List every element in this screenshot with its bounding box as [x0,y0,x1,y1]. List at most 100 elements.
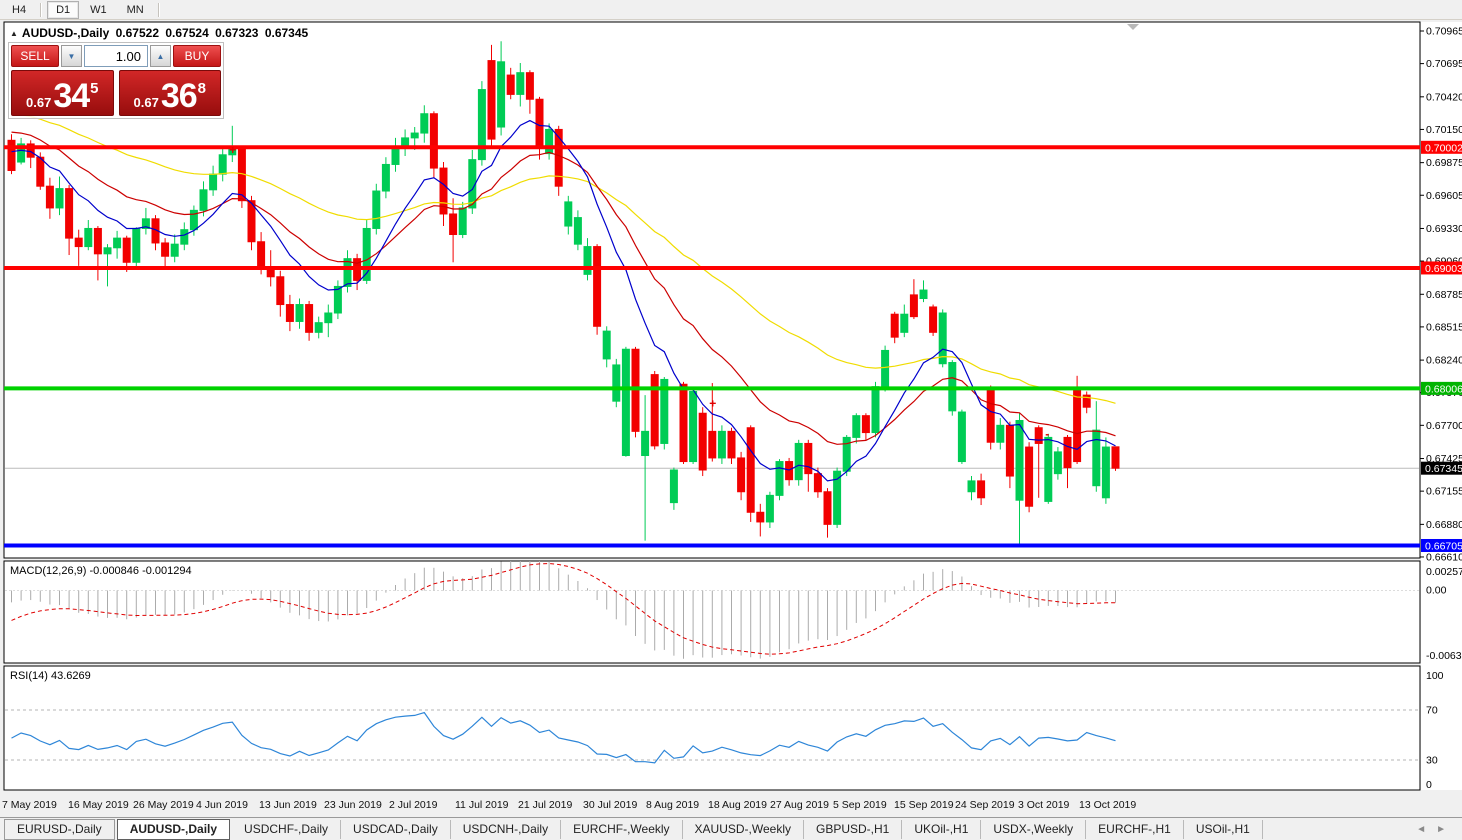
ohlc-open: 0.67522 [115,26,160,40]
candle-body [852,415,861,438]
candle-body [372,190,381,229]
candle-body [650,374,659,447]
candle-body [161,242,170,257]
date-label: 15 Sep 2019 [894,799,954,811]
candle-body [545,128,554,155]
candle-body [506,74,515,95]
buy-price-box[interactable]: 0.67 36 8 [118,70,221,116]
tab-scroll-left-icon[interactable]: ◄ [1416,824,1426,835]
level-badge: 0.68006 [1421,381,1462,395]
candle-body [132,227,141,263]
candle-body [410,132,419,139]
trade-panel-toggle-icon[interactable]: ▲ [10,29,18,38]
sell-button[interactable]: SELL [11,45,59,67]
chart-tab-usoil-h1[interactable]: USOil-,H1 [1184,819,1263,839]
candle-body [65,188,74,239]
chart-tab-usdchf-daily[interactable]: USDCHF-,Daily [232,819,342,839]
macd-axis-label: 0.00 [1426,584,1447,596]
chart-canvas[interactable]: 0.70965 0.70695 0.70420 0.70150 0.69875 0.696… [0,0,1462,817]
candle-body [881,349,890,388]
date-label: 13 Oct 2019 [1079,799,1136,811]
date-label: 16 May 2019 [68,799,129,811]
rsi-indicator-label: RSI(14) 43.6269 [10,670,91,682]
candle-body [1015,419,1024,501]
candle-body [573,217,582,245]
candle-body [36,156,45,187]
tab-scroll-right-icon[interactable]: ► [1436,824,1446,835]
chart-tab-eurchf-weekly[interactable]: EURCHF-,Weekly [561,819,683,839]
trade-panel-prices: 0.67 34 5 0.67 36 8 [11,70,221,116]
candle-body [314,322,323,333]
chart-tab-gbpusd-h1[interactable]: GBPUSD-,H1 [804,819,903,839]
candle-body [1053,451,1062,475]
candle-body [285,304,294,322]
rsi-axis-label: 70 [1426,705,1438,717]
candle-body [1034,427,1043,444]
candle-body [977,480,986,499]
candle-body [199,189,208,211]
candle-body [986,387,995,443]
price-tick-label: 0.70420 [1426,91,1462,103]
level-badge-text: 0.70002 [1425,142,1462,154]
candle-body [103,247,112,255]
candle-body [1092,429,1101,487]
ohlc-high: 0.67524 [165,26,209,40]
candle-body [487,60,496,140]
candle-body [180,229,189,245]
candle-body [1044,436,1053,502]
macd-axis-label: 0.002574 [1426,566,1462,578]
candle-body [679,383,688,463]
candle-body [727,430,736,459]
candle-body [113,237,122,249]
date-label: 5 Sep 2019 [833,799,887,811]
trade-marker: + [709,397,716,411]
lot-decrease-button[interactable]: ▼ [61,45,82,67]
candle-body [737,457,746,493]
candle-body [689,391,698,463]
chart-symbol-label: AUDUSD-,Daily [21,26,110,40]
chart-tab-audusd-daily[interactable]: AUDUSD-,Daily [116,818,231,840]
rsi-pane [3,665,1421,791]
candle-body [295,304,304,322]
candle-body [343,258,352,287]
time-axis[interactable]: 7 May 2019 16 May 2019 26 May 2019 4 Jun 20… [2,799,1136,811]
candle-body [1073,387,1082,463]
candle-body [564,201,573,227]
candle-body [669,469,678,504]
candle-body [516,72,525,95]
candle-body [919,289,928,300]
chart-tab-ukoil-h1[interactable]: UKOil-,H1 [902,819,982,839]
chart-tab-eurusd-daily[interactable]: EURUSD-,Daily [4,818,115,840]
lot-size-input[interactable] [84,45,148,67]
chart-tab-usdcnh-daily[interactable]: USDCNH-,Daily [451,819,562,839]
buy-price-big: 36 [160,77,198,115]
lot-increase-button[interactable]: ▲ [150,45,171,67]
date-label: 30 Jul 2019 [583,799,637,811]
price-tick-label: 0.68515 [1426,321,1462,333]
buy-button[interactable]: BUY [173,45,221,67]
date-label: 24 Sep 2019 [955,799,1015,811]
sell-price-prefix: 0.67 [26,95,52,110]
macd-indicator-label: MACD(12,26,9) -0.000846 -0.001294 [10,565,192,577]
candle-body [996,424,1005,443]
candle-body [593,246,602,327]
candle-body [93,227,102,255]
candle-body [804,442,813,475]
chart-tab-usdx-weekly[interactable]: USDX-,Weekly [981,819,1087,839]
date-label: 3 Oct 2019 [1018,799,1070,811]
price-tick-label: 0.67155 [1426,486,1462,498]
candle-body [1063,436,1072,469]
price-tick-label: 0.69875 [1426,157,1462,169]
level-badge: 0.70002 [1421,140,1462,154]
price-tick-label: 0.69330 [1426,223,1462,235]
candle-body [305,304,314,333]
candle-body [449,213,458,236]
sell-price-box[interactable]: 0.67 34 5 [11,70,114,116]
sell-price-pip: 5 [90,80,99,97]
candle-body [708,430,717,459]
ohlc-close: 0.67345 [264,26,309,40]
chart-tab-xauusd-weekly[interactable]: XAUUSD-,Weekly [683,819,804,839]
candle-body [333,285,342,314]
chart-tab-usdcad-daily[interactable]: USDCAD-,Daily [341,819,451,839]
chart-tab-eurchf-h1[interactable]: EURCHF-,H1 [1086,819,1184,839]
